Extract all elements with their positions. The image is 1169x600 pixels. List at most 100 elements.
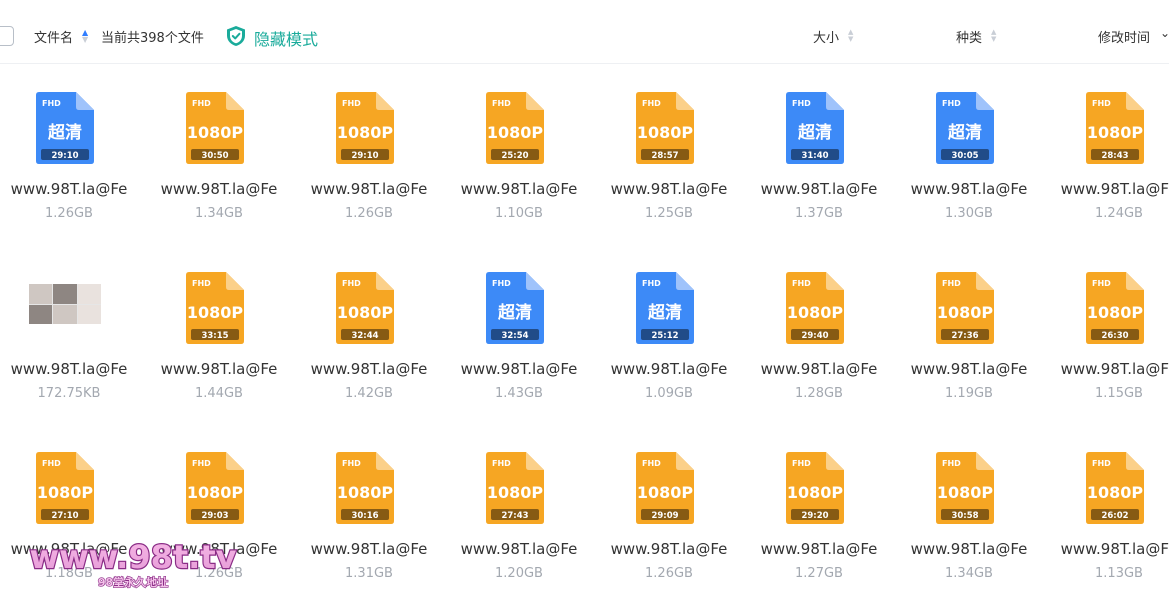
- video-file-icon: FHD 1080P 30:58: [936, 452, 994, 524]
- file-name[interactable]: www.98T.la@Fe: [744, 540, 894, 558]
- file-name[interactable]: www.98T.la@Fe: [294, 540, 444, 558]
- quality-badge: 1080P: [1087, 483, 1144, 502]
- file-item[interactable]: FHD 1080P 26:30 www.98T.la@Fe 1.15GB: [1044, 270, 1169, 420]
- file-name[interactable]: www.98T.la@Fe: [0, 360, 144, 378]
- file-size: 1.10GB: [495, 206, 543, 221]
- file-name[interactable]: www.98T.la@Fe: [1044, 540, 1169, 558]
- file-name[interactable]: www.98T.la@Fe: [444, 180, 594, 198]
- file-size: 1.13GB: [1095, 566, 1143, 581]
- file-name[interactable]: www.98T.la@Fe: [144, 360, 294, 378]
- quality-badge: 1080P: [637, 483, 694, 502]
- file-name[interactable]: www.98T.la@Fe: [144, 180, 294, 198]
- file-name[interactable]: www.98T.la@Fe: [294, 180, 444, 198]
- file-name[interactable]: www.98T.la@Fe: [0, 180, 144, 198]
- video-duration: 25:12: [651, 331, 678, 341]
- file-name[interactable]: www.98T.la@Fe: [894, 360, 1044, 378]
- sort-desc-icon[interactable]: ▼: [82, 36, 88, 44]
- file-name[interactable]: www.98T.la@Fe: [594, 180, 744, 198]
- fhd-label: FHD: [492, 459, 511, 468]
- video-duration: 30:16: [351, 511, 378, 521]
- file-size: 1.27GB: [795, 566, 843, 581]
- file-item[interactable]: FHD 1080P 29:10 www.98T.la@Fe 1.26GB: [294, 90, 444, 240]
- shield-check-icon[interactable]: [225, 25, 247, 47]
- fhd-label: FHD: [642, 459, 661, 468]
- video-file-icon: FHD 1080P 29:20: [786, 452, 844, 524]
- file-name[interactable]: www.98T.la@Fe: [594, 360, 744, 378]
- video-file-icon: FHD 1080P 26:30: [1086, 272, 1144, 344]
- file-size: 1.31GB: [345, 566, 393, 581]
- video-file-icon: FHD 1080P 29:40: [786, 272, 844, 344]
- file-item[interactable]: FHD 1080P 27:43 www.98T.la@Fe 1.20GB: [444, 450, 594, 600]
- file-item[interactable]: FHD 超清 31:40 www.98T.la@Fe 1.37GB: [744, 90, 894, 240]
- file-item[interactable]: FHD 1080P 27:36 www.98T.la@Fe 1.19GB: [894, 270, 1044, 420]
- quality-badge: 1080P: [787, 303, 844, 322]
- file-item[interactable]: FHD 1080P 30:16 www.98T.la@Fe 1.31GB: [294, 450, 444, 600]
- file-list-header: 文件名 ▲ ▼ 当前共398个文件 隐藏模式 大小 ▲ ▼ 种类 ▲ ▼ 修改时间 …: [0, 0, 1169, 64]
- file-item[interactable]: FHD 1080P 30:58 www.98T.la@Fe 1.34GB: [894, 450, 1044, 600]
- video-duration: 25:20: [501, 151, 528, 161]
- chevron-down-icon[interactable]: ⌄: [1160, 26, 1169, 40]
- size-sort-icon[interactable]: ▲ ▼: [848, 29, 853, 43]
- fhd-label: FHD: [492, 99, 511, 108]
- file-item[interactable]: www.98T.la@Fe 172.75KB: [0, 270, 144, 420]
- file-item[interactable]: FHD 超清 29:10 www.98T.la@Fe 1.26GB: [0, 90, 144, 240]
- fhd-label: FHD: [192, 279, 211, 288]
- video-duration: 26:02: [1101, 511, 1128, 521]
- video-file-icon: FHD 1080P 26:02: [1086, 452, 1144, 524]
- video-file-icon: FHD 1080P 28:57: [636, 92, 694, 164]
- video-duration: 28:57: [651, 151, 678, 161]
- file-item[interactable]: FHD 1080P 29:20 www.98T.la@Fe 1.27GB: [744, 450, 894, 600]
- video-file-icon: FHD 1080P 32:44: [336, 272, 394, 344]
- sort-by-name[interactable]: 文件名: [34, 27, 73, 46]
- file-name[interactable]: www.98T.la@Fe: [444, 540, 594, 558]
- video-file-icon: FHD 1080P 33:15: [186, 272, 244, 344]
- file-size: 1.34GB: [195, 206, 243, 221]
- select-all-checkbox[interactable]: [0, 26, 14, 46]
- file-size: 172.75KB: [37, 386, 101, 401]
- file-name[interactable]: www.98T.la@Fe: [744, 360, 894, 378]
- video-file-icon: FHD 超清 29:10: [36, 92, 94, 164]
- file-item[interactable]: FHD 1080P 26:02 www.98T.la@Fe 1.13GB: [1044, 450, 1169, 600]
- file-name[interactable]: www.98T.la@Fe: [894, 540, 1044, 558]
- file-name[interactable]: www.98T.la@Fe: [744, 180, 894, 198]
- file-item[interactable]: FHD 1080P 29:40 www.98T.la@Fe 1.28GB: [744, 270, 894, 420]
- file-name[interactable]: www.98T.la@Fe: [444, 360, 594, 378]
- file-size: 1.28GB: [795, 386, 843, 401]
- file-item[interactable]: FHD 超清 25:12 www.98T.la@Fe 1.09GB: [594, 270, 744, 420]
- fhd-label: FHD: [942, 99, 961, 108]
- file-item[interactable]: FHD 超清 30:05 www.98T.la@Fe 1.30GB: [894, 90, 1044, 240]
- file-item[interactable]: FHD 1080P 28:43 www.98T.la@Fe 1.24GB: [1044, 90, 1169, 240]
- video-file-icon: FHD 1080P 28:43: [1086, 92, 1144, 164]
- file-item[interactable]: FHD 1080P 33:15 www.98T.la@Fe 1.44GB: [144, 270, 294, 420]
- video-duration: 30:58: [951, 511, 978, 521]
- file-name[interactable]: www.98T.la@Fe: [1044, 180, 1169, 198]
- file-item[interactable]: FHD 1080P 32:44 www.98T.la@Fe 1.42GB: [294, 270, 444, 420]
- file-size: 1.43GB: [495, 386, 543, 401]
- file-item[interactable]: FHD 超清 32:54 www.98T.la@Fe 1.43GB: [444, 270, 594, 420]
- fhd-label: FHD: [942, 459, 961, 468]
- file-item[interactable]: FHD 1080P 25:20 www.98T.la@Fe 1.10GB: [444, 90, 594, 240]
- file-name[interactable]: www.98T.la@Fe: [894, 180, 1044, 198]
- type-sort-icon[interactable]: ▲ ▼: [991, 29, 996, 43]
- file-name[interactable]: www.98T.la@Fe: [1044, 360, 1169, 378]
- sort-by-size[interactable]: 大小: [813, 27, 839, 46]
- sort-by-modified[interactable]: 修改时间: [1098, 27, 1150, 46]
- fhd-label: FHD: [1092, 459, 1111, 468]
- sort-by-type[interactable]: 种类: [956, 27, 982, 46]
- file-size: 1.09GB: [645, 386, 693, 401]
- video-duration: 26:30: [1101, 331, 1128, 341]
- video-duration: 27:36: [951, 331, 978, 341]
- file-item[interactable]: FHD 1080P 28:57 www.98T.la@Fe 1.25GB: [594, 90, 744, 240]
- video-duration: 29:40: [801, 331, 828, 341]
- file-item[interactable]: FHD 1080P 29:09 www.98T.la@Fe 1.26GB: [594, 450, 744, 600]
- video-duration: 29:10: [351, 151, 378, 161]
- fhd-label: FHD: [342, 279, 361, 288]
- file-name[interactable]: www.98T.la@Fe: [594, 540, 744, 558]
- fhd-label: FHD: [342, 459, 361, 468]
- video-duration: 32:54: [501, 331, 528, 341]
- fhd-label: FHD: [492, 279, 511, 288]
- file-item[interactable]: FHD 1080P 30:50 www.98T.la@Fe 1.34GB: [144, 90, 294, 240]
- file-name[interactable]: www.98T.la@Fe: [294, 360, 444, 378]
- fhd-label: FHD: [792, 99, 811, 108]
- hidden-mode-toggle[interactable]: 隐藏模式: [254, 26, 318, 50]
